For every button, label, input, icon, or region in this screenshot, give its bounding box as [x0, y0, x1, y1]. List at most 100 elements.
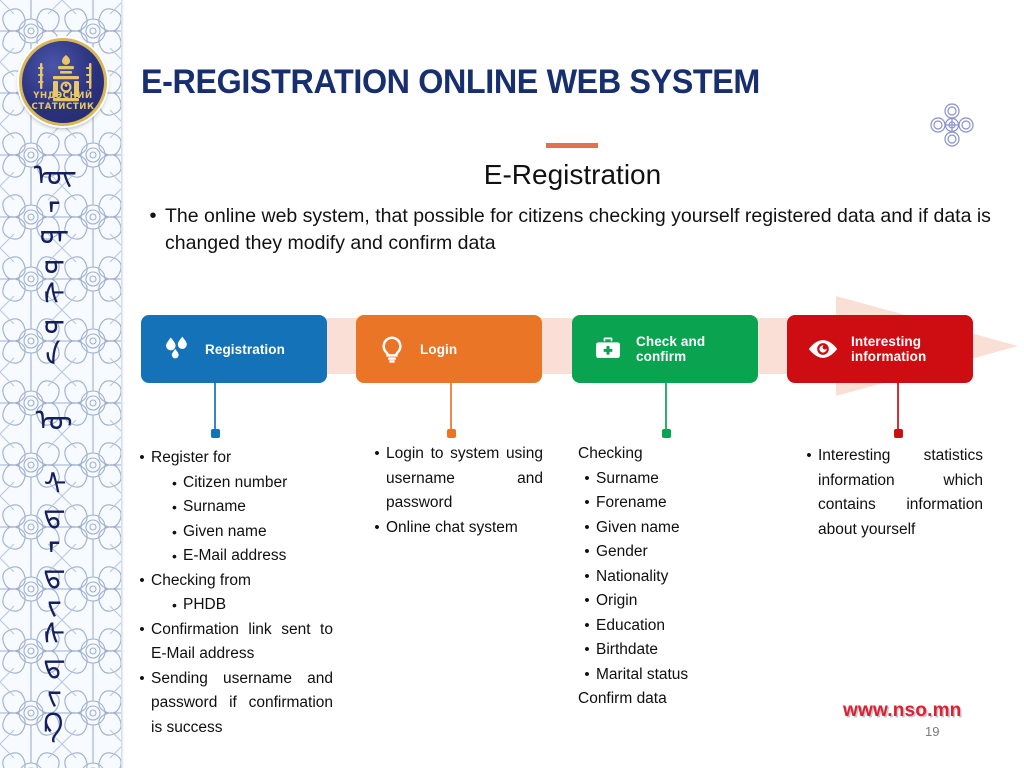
- list-item-label: Surname: [596, 469, 659, 487]
- column-login-details: • Login to system using username and pass…: [368, 442, 543, 540]
- process-box-label-0: Registration: [205, 341, 285, 357]
- list-bullet-icon: •: [584, 665, 590, 683]
- list-item-label: Interesting statistics information which…: [818, 447, 983, 538]
- list-bullet-icon: •: [172, 548, 177, 564]
- list-item: • Login to system using username and pass…: [368, 442, 543, 516]
- list-item-label: Origin: [596, 592, 638, 609]
- list-item: • Nationality: [578, 565, 758, 590]
- list-bullet-icon: •: [139, 620, 145, 638]
- list-bullet-icon: •: [139, 571, 145, 589]
- connector-line-2: [665, 383, 667, 433]
- list-bullet-icon: •: [172, 523, 177, 540]
- list-item-label: Birthdate: [596, 641, 659, 658]
- logo-text-line1: ҮНДЭСНИЙ: [33, 91, 93, 101]
- list-item: • Given name: [133, 520, 333, 545]
- list-bullet-icon: •: [139, 669, 145, 687]
- list-item-label: Education: [596, 616, 665, 634]
- list-bullet-icon: •: [139, 449, 145, 466]
- eye-icon: [801, 329, 845, 369]
- connector-line-0: [214, 383, 216, 433]
- medical-briefcase-icon: [586, 329, 630, 369]
- connector-dot-0: [210, 429, 220, 438]
- list-item-label: Surname: [183, 498, 246, 515]
- list-item: • Forename: [578, 491, 758, 516]
- connector-dot-1: [446, 429, 456, 438]
- mongolian-vertical-script: ᠦᠨᠳᠦᠰᠦᠨ ᠦ ᠰᠲ᠋ᠠᠲ᠋ᠢᠰᠲ᠋ᠢᠺ: [28, 158, 64, 738]
- connector-line-3: [897, 383, 899, 433]
- four-lobed-ornament-icon: [930, 103, 974, 147]
- list-item-label: Gender: [596, 543, 648, 560]
- list-item: • Interesting statistics information whic…: [800, 444, 983, 542]
- soyombo-emblem-icon: [38, 55, 92, 102]
- connector-dot-2: [661, 429, 671, 438]
- ornamental-sidebar: ҮНДЭСНИЙ СТАТИСТИК ᠦᠨᠳᠦᠰᠦᠨ ᠦ ᠰᠲ᠋ᠠᠲ᠋ᠢᠰᠲ᠋ᠢ…: [0, 0, 124, 768]
- list-bullet-icon: •: [806, 447, 812, 464]
- page-number: 19: [925, 724, 940, 739]
- list-item-label: Confirmation link sent to E-Mail address: [151, 620, 333, 663]
- list-item: • Citizen number: [133, 471, 333, 496]
- list-item: • Marital status: [578, 663, 758, 688]
- list-item: Confirm data: [578, 690, 667, 707]
- list-item-label: Nationality: [596, 567, 669, 585]
- process-box-0[interactable]: Registration: [141, 315, 327, 383]
- list-bullet-icon: •: [172, 597, 177, 613]
- list-item: • Surname: [133, 495, 333, 520]
- list-item: • Surname: [578, 467, 758, 492]
- list-item: • Origin: [578, 589, 758, 614]
- accent-bar: [546, 143, 598, 148]
- list-item: • Birthdate: [578, 638, 758, 663]
- list-bullet-icon: •: [584, 518, 590, 536]
- list-item: • Education: [578, 614, 758, 639]
- list-item: • Register for: [133, 446, 333, 471]
- list-bullet-icon: •: [584, 616, 590, 634]
- lead-bullet-icon: •: [149, 205, 157, 227]
- process-box-2[interactable]: Check and confirm: [572, 315, 758, 383]
- list-item: • Sending username and password if confir…: [133, 667, 333, 741]
- connector-line-1: [450, 383, 452, 433]
- water-drops-icon: [155, 329, 199, 369]
- list-bullet-icon: •: [584, 494, 590, 511]
- lead-text: The online web system, that possible for…: [165, 205, 991, 254]
- list-item: • Given name: [578, 516, 758, 541]
- list-item-label: E-Mail address: [183, 547, 287, 564]
- list-item: • PHDB: [133, 593, 333, 618]
- list-item-label: Citizen number: [183, 473, 288, 491]
- section-subtitle: E-Registration: [483, 159, 662, 190]
- process-box-3[interactable]: Interesting information: [787, 315, 973, 383]
- list-bullet-icon: •: [172, 474, 177, 491]
- list-bullet-icon: •: [584, 567, 590, 585]
- list-item: • Confirmation link sent to E-Mail addres…: [133, 618, 333, 667]
- list-bullet-icon: •: [584, 592, 590, 609]
- national-statistics-logo: ҮНДЭСНИЙ СТАТИСТИК: [19, 38, 107, 126]
- process-box-1[interactable]: Login: [356, 315, 542, 383]
- list-item-label: Given name: [596, 518, 680, 536]
- lightbulb-icon: [370, 329, 414, 369]
- column-check-confirm-details: Checking • Surname • Forename • Given name • Gen…: [578, 442, 758, 712]
- list-item-label: Register for: [151, 449, 232, 466]
- list-bullet-icon: •: [374, 445, 380, 462]
- list-item-label: Online chat system: [386, 518, 518, 536]
- list-item-label: Given name: [183, 522, 267, 540]
- site-url[interactable]: www.nso.mn: [843, 700, 961, 722]
- page-title: E-REGISTRATION ONLINE WEB SYSTEM: [141, 63, 760, 101]
- sidebar-edge-divider: [121, 0, 124, 768]
- list-item-label: Login to system using username and passw…: [386, 445, 543, 511]
- slide-canvas: ҮНДЭСНИЙ СТАТИСТИК ᠦᠨᠳᠦᠰᠦᠨ ᠦ ᠰᠲ᠋ᠠᠲ᠋ᠢᠰᠲ᠋ᠢ…: [0, 0, 1024, 768]
- process-box-label-2: Check and confirm: [636, 334, 706, 364]
- list-bullet-icon: •: [584, 469, 590, 487]
- list-item: • E-Mail address: [133, 544, 333, 569]
- list-item: • Gender: [578, 540, 758, 565]
- list-bullet-icon: •: [584, 641, 590, 658]
- list-item: Checking: [578, 445, 643, 462]
- column-registration-details: • Register for • Citizen number • Surname • Giv…: [133, 446, 333, 740]
- list-bullet-icon: •: [172, 499, 177, 515]
- process-box-label-1: Login: [420, 341, 458, 357]
- connector-dot-3: [893, 429, 903, 438]
- list-bullet-icon: •: [374, 518, 380, 536]
- process-box-label-3: Interesting information: [851, 334, 927, 364]
- list-item-label: Checking from: [151, 571, 251, 589]
- list-item-label: Marital status: [596, 665, 689, 683]
- column-interesting-information-details: • Interesting statistics information whic…: [800, 444, 983, 542]
- list-item: • Online chat system: [368, 516, 543, 541]
- list-item-label: Sending username and password if confirm…: [151, 669, 333, 736]
